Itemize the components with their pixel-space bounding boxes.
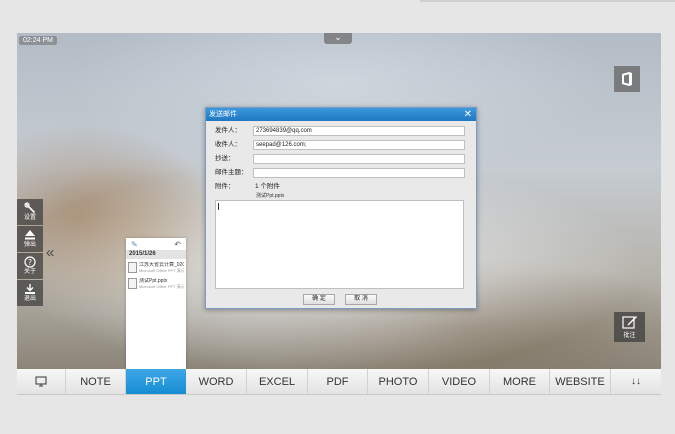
- file-item[interactable]: 测试Ppt.pptx Microsoft Office PPT 演示: [126, 275, 186, 291]
- tab-note[interactable]: NOTE: [66, 369, 126, 394]
- about-button[interactable]: ? 关于: [17, 253, 43, 279]
- eject-button[interactable]: 弹出: [17, 226, 43, 252]
- eject-icon: [25, 230, 35, 240]
- side-toolbar: 设置 弹出 ? 关于 退出: [17, 199, 43, 307]
- text-caret: [218, 203, 219, 210]
- dialog-title: 发送邮件: [209, 111, 237, 118]
- document-icon: [128, 262, 137, 273]
- file-item[interactable]: 江苏大省云计算_020_... Microsoft Office PPT 演示: [126, 259, 186, 275]
- tab-word[interactable]: WORD: [186, 369, 247, 394]
- mail-body-textarea[interactable]: [215, 200, 464, 289]
- eject-label: 弹出: [23, 242, 36, 248]
- exit-button[interactable]: 退出: [17, 280, 43, 306]
- edit-icon[interactable]: ✎: [131, 240, 138, 249]
- attachment-file[interactable]: 测试Ppt.pptx: [256, 192, 284, 199]
- office-icon: [622, 72, 632, 86]
- subject-field[interactable]: [253, 168, 465, 178]
- settings-button[interactable]: 设置: [17, 199, 43, 225]
- from-field[interactable]: 273694839@qq.com: [253, 126, 465, 136]
- to-row: 收件人： seepad@126.com;: [215, 140, 465, 150]
- document-icon: [128, 278, 137, 289]
- attachment-count: 1 个附件: [255, 183, 280, 190]
- tab-video[interactable]: VIDEO: [429, 369, 490, 394]
- office-button[interactable]: [614, 66, 640, 92]
- close-icon[interactable]: ✕: [464, 108, 472, 121]
- cancel-button[interactable]: 取 消: [345, 294, 377, 305]
- tab-excel[interactable]: EXCEL: [247, 369, 308, 394]
- top-divider: [420, 0, 675, 2]
- tab-screen[interactable]: [17, 369, 66, 394]
- download-icon: [25, 284, 35, 294]
- to-label: 收件人：: [215, 141, 241, 148]
- file-date-group: 2015/1/26: [126, 250, 186, 259]
- to-field[interactable]: seepad@126.com;: [253, 140, 465, 150]
- annotate-button[interactable]: 批注: [614, 312, 645, 342]
- double-chevron-down-icon: ↓↓: [631, 376, 641, 387]
- help-icon: ?: [24, 256, 36, 268]
- annotate-label: 批注: [623, 333, 636, 339]
- from-label: 发件人：: [215, 127, 241, 134]
- back-icon[interactable]: ↶: [174, 240, 181, 249]
- attachment-label: 附件：: [215, 183, 235, 190]
- bottom-tab-bar: NOTE PPT WORD EXCEL PDF PHOTO VIDEO MORE…: [17, 369, 661, 395]
- tab-website[interactable]: WEBSITE: [550, 369, 611, 394]
- monitor-icon: [35, 376, 47, 387]
- about-label: 关于: [23, 269, 36, 275]
- tab-ppt[interactable]: PPT: [126, 369, 186, 394]
- cc-label: 抄送：: [215, 155, 235, 162]
- file-panel: ✎ ↶ 2015/1/26 江苏大省云计算_020_... Microsoft …: [126, 238, 186, 369]
- pull-down-tab[interactable]: ⌄: [324, 33, 352, 44]
- subject-row: 邮件主题：: [215, 168, 465, 178]
- cc-row: 抄送：: [215, 154, 465, 164]
- settings-label: 设置: [23, 215, 36, 221]
- expand-tabs-button[interactable]: ↓↓: [611, 369, 661, 394]
- cc-field[interactable]: [253, 154, 465, 164]
- confirm-button[interactable]: 确 定: [303, 294, 335, 305]
- desktop-screen: 02:24 PM ⌄ 设置 弹出 ? 关于 退出 « ✎ ↶ 2015/1/26…: [17, 33, 661, 369]
- from-row: 发件人： 273694839@qq.com: [215, 126, 465, 136]
- tab-photo[interactable]: PHOTO: [368, 369, 429, 394]
- send-mail-dialog: 发送邮件 ✕ 发件人： 273694839@qq.com 收件人： seepad…: [205, 107, 477, 309]
- collapse-arrow-icon[interactable]: «: [46, 245, 54, 260]
- file-panel-header: ✎ ↶: [126, 238, 186, 250]
- file-type: Microsoft Office PPT 演示: [139, 284, 184, 289]
- pen-icon: [621, 316, 637, 329]
- wrench-icon: [24, 202, 36, 214]
- attachment-row: 附件： 1 个附件: [215, 182, 465, 192]
- exit-label: 退出: [23, 296, 36, 302]
- file-type: Microsoft Office PPT 演示: [139, 268, 184, 273]
- tab-more[interactable]: MORE: [490, 369, 550, 394]
- tab-pdf[interactable]: PDF: [308, 369, 368, 394]
- chevron-down-icon: ⌄: [334, 33, 342, 42]
- subject-label: 邮件主题：: [215, 169, 248, 176]
- dialog-title-bar: 发送邮件 ✕: [206, 108, 476, 121]
- clock: 02:24 PM: [19, 36, 57, 45]
- svg-text:?: ?: [28, 258, 32, 267]
